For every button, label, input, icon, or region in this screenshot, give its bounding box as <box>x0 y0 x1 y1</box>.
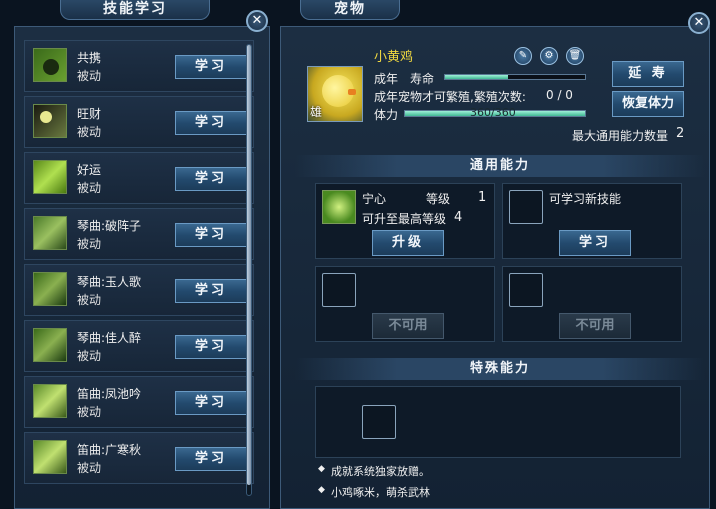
skill-type: 被动 <box>77 237 102 251</box>
restore-stamina-button[interactable]: 恢复体力 <box>612 91 684 117</box>
skill-name: 好运 <box>77 163 102 177</box>
skill-type: 被动 <box>77 405 102 419</box>
learn-skill-button[interactable]: 学习 <box>175 111 247 135</box>
empty-slot-icon <box>509 190 543 224</box>
learn-skill-button[interactable]: 学习 <box>175 167 247 191</box>
lifespan-label: 寿命 <box>410 72 435 86</box>
max-abilities-label: 最大通用能力数量 <box>572 129 669 143</box>
skill-list-scrollbar[interactable] <box>246 44 252 496</box>
skill-item: 笛曲:凤池吟 被动 学习 <box>24 376 254 428</box>
moon-icon <box>33 104 67 138</box>
trash-icon[interactable]: 🗑 <box>566 47 584 65</box>
special-abilities-header: 特殊能力 <box>295 358 705 380</box>
learn-skill-button[interactable]: 学习 <box>175 223 247 247</box>
skill-type: 被动 <box>77 461 102 475</box>
ability-slot: 不可用 <box>502 266 682 342</box>
learn-skill-button[interactable]: 学习 <box>175 391 247 415</box>
wrench-icon[interactable]: ⚙ <box>540 47 558 65</box>
close-pet-panel-button[interactable]: ✕ <box>688 12 710 34</box>
pet-portrait: 雄 <box>307 66 363 122</box>
max-abilities-value: 2 <box>676 126 685 141</box>
zither-icon <box>33 328 67 362</box>
note-bullet-icon: ◆ <box>318 464 325 474</box>
breed-text: 成年宠物才可繁殖,繁殖次数: <box>374 90 526 104</box>
skill-learn-title: 技能学习 <box>60 0 210 20</box>
upgrade-ability-button[interactable]: 升级 <box>372 230 444 256</box>
skill-type: 被动 <box>77 181 102 195</box>
skill-name: 琴曲:破阵子 <box>77 219 142 233</box>
scrollbar-thumb[interactable] <box>247 45 251 485</box>
flute-icon <box>33 440 67 474</box>
special-note: 小鸡啄米，萌杀武林 <box>331 486 430 499</box>
lifespan-bar-fill <box>445 75 508 79</box>
ability-level: 1 <box>478 190 487 205</box>
unavailable-button: 不可用 <box>372 313 444 339</box>
skill-name: 旺财 <box>77 107 102 121</box>
general-abilities-header: 通用能力 <box>295 155 705 177</box>
ability-level-label: 等级 <box>426 192 451 206</box>
money-bag-icon <box>33 48 67 82</box>
skill-type: 被动 <box>77 293 102 307</box>
special-note: 成就系统独家放赠。 <box>331 465 430 478</box>
skill-name: 琴曲:玉人歌 <box>77 275 142 289</box>
zither-icon <box>33 272 67 306</box>
skill-type: 被动 <box>77 125 102 139</box>
learn-ability-button[interactable]: 学习 <box>559 230 631 256</box>
ability-max-label: 可升至最高等级 <box>362 212 447 226</box>
ability-slot: 不可用 <box>315 266 495 342</box>
skill-name: 共携 <box>77 51 102 65</box>
zither-icon <box>33 216 67 250</box>
skill-list: 共携 被动 学习 旺财 被动 学习 好运 被动 学习 琴曲:破阵子 被动 学习 … <box>14 40 254 509</box>
flute-icon <box>33 384 67 418</box>
chick-beak-icon <box>348 89 356 95</box>
pet-panel-title: 宠物 <box>300 0 400 20</box>
ability-slot: 宁心 等级 1 可升至最高等级 4 升级 <box>315 183 495 259</box>
lifespan-bar <box>444 74 586 80</box>
skill-item: 旺财 被动 学习 <box>24 96 254 148</box>
note-bullet-icon: ◆ <box>318 485 325 495</box>
skill-type: 被动 <box>77 69 102 83</box>
skill-name: 笛曲:广寒秋 <box>77 443 142 457</box>
close-skill-panel-button[interactable]: ✕ <box>246 10 268 32</box>
learn-skill-button[interactable]: 学习 <box>175 447 247 471</box>
learn-skill-button[interactable]: 学习 <box>175 279 247 303</box>
skill-name: 琴曲:佳人醉 <box>77 331 142 345</box>
empty-slot-icon <box>362 405 396 439</box>
unavailable-button: 不可用 <box>559 313 631 339</box>
special-ability-slot <box>315 386 681 458</box>
extend-life-button[interactable]: 延 寿 <box>612 61 684 87</box>
learn-skill-button[interactable]: 学习 <box>175 335 247 359</box>
ability-max-level: 4 <box>454 210 463 225</box>
stamina-value: 360/360 <box>470 106 516 119</box>
luck-icon <box>33 160 67 194</box>
breed-count: 0 / 0 <box>546 88 573 102</box>
skill-item: 琴曲:玉人歌 被动 学习 <box>24 264 254 316</box>
pet-gender: 雄 <box>310 105 323 119</box>
skill-item: 琴曲:破阵子 被动 学习 <box>24 208 254 260</box>
learn-new-skill-text: 可学习新技能 <box>549 192 622 206</box>
empty-slot-icon <box>509 273 543 307</box>
calm-mind-icon <box>322 190 356 224</box>
learn-skill-button[interactable]: 学习 <box>175 55 247 79</box>
empty-slot-icon <box>322 273 356 307</box>
pet-name: 小黄鸡 <box>374 50 414 65</box>
skill-name: 笛曲:凤池吟 <box>77 387 142 401</box>
ability-name: 宁心 <box>362 192 387 206</box>
skill-item: 琴曲:佳人醉 被动 学习 <box>24 320 254 372</box>
ability-slot: 可学习新技能 学习 <box>502 183 682 259</box>
skill-item: 笛曲:广寒秋 被动 学习 <box>24 432 254 484</box>
skill-type: 被动 <box>77 349 102 363</box>
pet-stage: 成年 <box>374 72 399 86</box>
skill-item: 共携 被动 学习 <box>24 40 254 92</box>
brush-icon[interactable]: ✎ <box>514 47 532 65</box>
stamina-label: 体力 <box>374 108 399 122</box>
skill-item: 好运 被动 学习 <box>24 152 254 204</box>
